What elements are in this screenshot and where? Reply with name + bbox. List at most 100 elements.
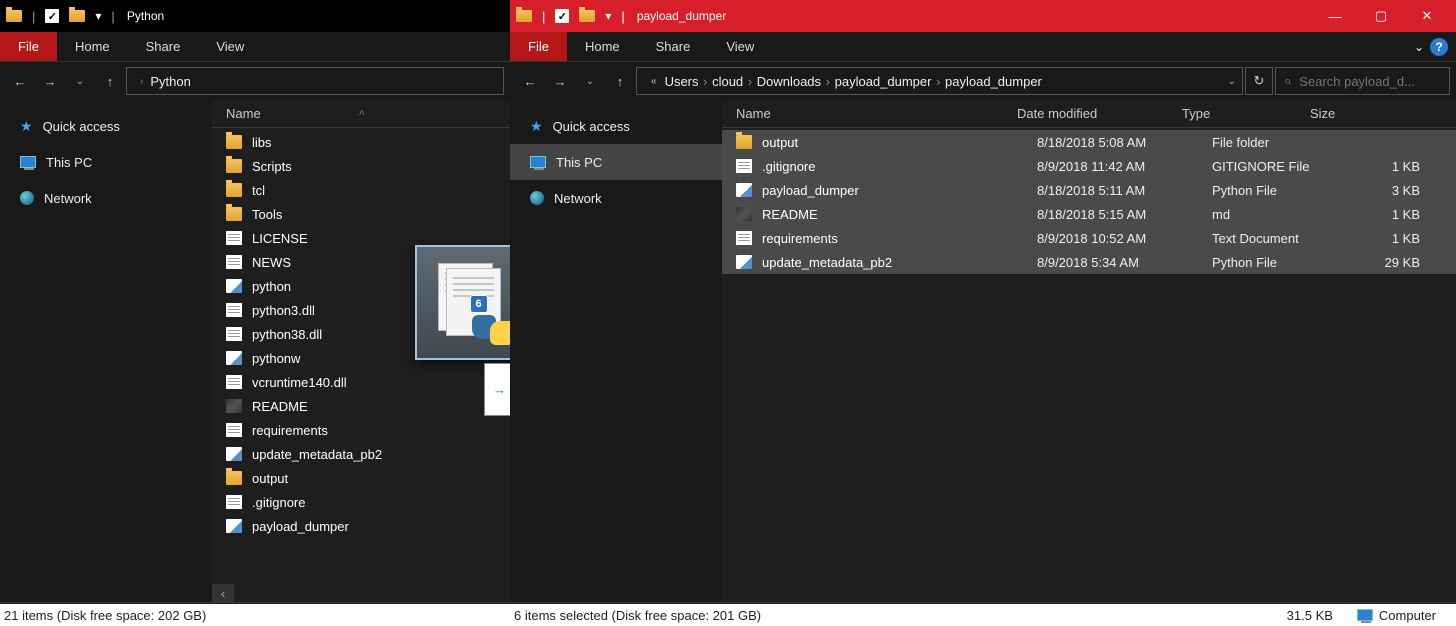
file-row[interactable]: output8/18/2018 5:08 AMFile folder bbox=[722, 130, 1456, 154]
address-dropdown[interactable]: ⌄ bbox=[1228, 76, 1236, 87]
column-name[interactable]: Name bbox=[736, 106, 1017, 121]
file-row[interactable]: requirements8/9/2018 10:52 AMText Docume… bbox=[722, 226, 1456, 250]
file-type: Python File bbox=[1212, 255, 1340, 270]
column-type[interactable]: Type bbox=[1182, 106, 1310, 121]
file-row[interactable]: libs bbox=[212, 130, 510, 154]
breadcrumb-item[interactable]: Python bbox=[150, 74, 190, 89]
search-box[interactable]: ⌕ bbox=[1275, 67, 1450, 95]
address-bar-right: ← → ⌄ ↑ « Users › cloud › Downloads › pa… bbox=[510, 62, 1456, 100]
column-size[interactable]: Size bbox=[1310, 106, 1456, 121]
up-button[interactable]: ↑ bbox=[96, 67, 124, 95]
file-row[interactable]: tcl bbox=[212, 178, 510, 202]
help-button[interactable]: ? bbox=[1430, 38, 1448, 56]
column-headers[interactable]: Name ˄ bbox=[212, 100, 510, 128]
breadcrumb-item[interactable]: Users bbox=[665, 74, 699, 89]
forward-button[interactable]: → bbox=[36, 67, 64, 95]
nav-this-pc[interactable]: This PC bbox=[0, 144, 212, 180]
back-button[interactable]: ← bbox=[516, 67, 544, 95]
file-list-right[interactable]: Name Date modified Type Size output8/18/… bbox=[722, 100, 1456, 602]
global-status-right: 6 items selected (Disk free space: 201 G… bbox=[510, 604, 1456, 626]
file-name: python3.dll bbox=[252, 303, 315, 318]
chevron-right-icon[interactable]: › bbox=[699, 74, 713, 89]
file-row[interactable]: output bbox=[212, 466, 510, 490]
nav-network[interactable]: Network bbox=[510, 180, 722, 216]
nav-network[interactable]: Network bbox=[0, 180, 212, 216]
close-button[interactable]: ✕ bbox=[1404, 0, 1450, 32]
file-name: README bbox=[762, 207, 818, 222]
home-tab[interactable]: Home bbox=[57, 32, 128, 61]
forward-button[interactable]: → bbox=[546, 67, 574, 95]
py-icon bbox=[226, 279, 242, 293]
breadcrumb-item[interactable]: Downloads bbox=[757, 74, 821, 89]
ribbon-right: File Home Share View ⌄ ? bbox=[510, 32, 1456, 62]
refresh-button[interactable]: ↻ bbox=[1245, 67, 1273, 95]
file-row[interactable]: Tools bbox=[212, 202, 510, 226]
home-tab[interactable]: Home bbox=[567, 32, 638, 61]
search-input[interactable] bbox=[1299, 74, 1441, 89]
breadcrumb-item[interactable]: payload_dumper bbox=[835, 74, 932, 89]
view-tab[interactable]: View bbox=[198, 32, 262, 61]
view-tab[interactable]: View bbox=[708, 32, 772, 61]
titlebar-right[interactable]: | ✓ ▾ | payload_dumper — ▢ ✕ bbox=[510, 0, 1456, 32]
chevron-right-icon[interactable]: › bbox=[821, 74, 835, 89]
chevron-right-icon[interactable]: › bbox=[139, 76, 144, 87]
column-headers[interactable]: Name Date modified Type Size bbox=[722, 100, 1456, 128]
checkbox-icon[interactable]: ✓ bbox=[555, 9, 569, 23]
address-bar-left: ← → ⌄ ↑ › Python bbox=[0, 62, 510, 100]
md-icon bbox=[736, 207, 752, 221]
nav-quick-access[interactable]: ★Quick access bbox=[510, 108, 722, 144]
back-button[interactable]: ← bbox=[6, 67, 34, 95]
nav-this-pc[interactable]: This PC bbox=[510, 144, 722, 180]
checkbox-icon[interactable]: ✓ bbox=[45, 9, 59, 23]
file-tab[interactable]: File bbox=[0, 32, 57, 61]
scroll-left-button[interactable]: ‹ bbox=[212, 584, 234, 602]
up-button[interactable]: ↑ bbox=[606, 67, 634, 95]
file-row[interactable]: vcruntime140.dll bbox=[212, 370, 510, 394]
file-row[interactable]: payload_dumper8/18/2018 5:11 AMPython Fi… bbox=[722, 178, 1456, 202]
breadcrumb-item[interactable]: payload_dumper bbox=[945, 74, 1042, 89]
file-row[interactable]: .gitignore bbox=[212, 490, 510, 514]
qat-dropdown[interactable]: ▾ bbox=[95, 9, 101, 23]
titlebar-left[interactable]: | ✓ ▾ | Python bbox=[0, 0, 510, 32]
recent-locations[interactable]: ⌄ bbox=[576, 67, 604, 95]
file-row[interactable]: .gitignore8/9/2018 11:42 AMGITIGNORE Fil… bbox=[722, 154, 1456, 178]
folder-icon bbox=[226, 159, 242, 173]
search-icon: ⌕ bbox=[1284, 73, 1291, 89]
breadcrumb-bar[interactable]: « Users › cloud › Downloads › payload_du… bbox=[636, 67, 1243, 95]
folder-icon bbox=[6, 10, 22, 22]
share-tab[interactable]: Share bbox=[128, 32, 199, 61]
file-row[interactable]: requirements bbox=[212, 418, 510, 442]
qat-dropdown[interactable]: ▾ bbox=[605, 9, 611, 23]
file-row[interactable]: README8/18/2018 5:15 AMmd1 KB bbox=[722, 202, 1456, 226]
file-row[interactable]: payload_dumper bbox=[212, 514, 510, 538]
nav-quick-access[interactable]: ★Quick access bbox=[0, 108, 212, 144]
breadcrumb-bar[interactable]: › Python bbox=[126, 67, 504, 95]
file-name: NEWS bbox=[252, 255, 291, 270]
file-row[interactable]: README bbox=[212, 394, 510, 418]
ribbon-expand[interactable]: ⌄ bbox=[1414, 40, 1424, 54]
recent-locations[interactable]: ⌄ bbox=[66, 67, 94, 95]
separator: | bbox=[111, 9, 114, 24]
breadcrumb-overflow[interactable]: « bbox=[649, 76, 659, 87]
minimize-button[interactable]: — bbox=[1312, 0, 1358, 32]
column-date[interactable]: Date modified bbox=[1017, 106, 1182, 121]
nav-label: This PC bbox=[556, 155, 602, 170]
file-row[interactable]: update_metadata_pb28/9/2018 5:34 AMPytho… bbox=[722, 250, 1456, 274]
file-row[interactable]: update_metadata_pb2 bbox=[212, 442, 510, 466]
chevron-right-icon[interactable]: › bbox=[931, 74, 945, 89]
py-icon bbox=[736, 183, 752, 197]
sort-indicator: ˄ bbox=[359, 108, 365, 119]
breadcrumb-item[interactable]: cloud bbox=[712, 74, 743, 89]
share-tab[interactable]: Share bbox=[638, 32, 709, 61]
file-tab[interactable]: File bbox=[510, 32, 567, 61]
maximize-button[interactable]: ▢ bbox=[1358, 0, 1404, 32]
file-row[interactable]: Scripts bbox=[212, 154, 510, 178]
file-name: output bbox=[252, 471, 288, 486]
file-name: .gitignore bbox=[252, 495, 305, 510]
file-name: python bbox=[252, 279, 291, 294]
txt-icon bbox=[226, 375, 242, 389]
column-name[interactable]: Name bbox=[226, 106, 269, 121]
py-icon bbox=[226, 519, 242, 533]
file-size: 29 KB bbox=[1350, 255, 1420, 270]
chevron-right-icon[interactable]: › bbox=[743, 74, 757, 89]
